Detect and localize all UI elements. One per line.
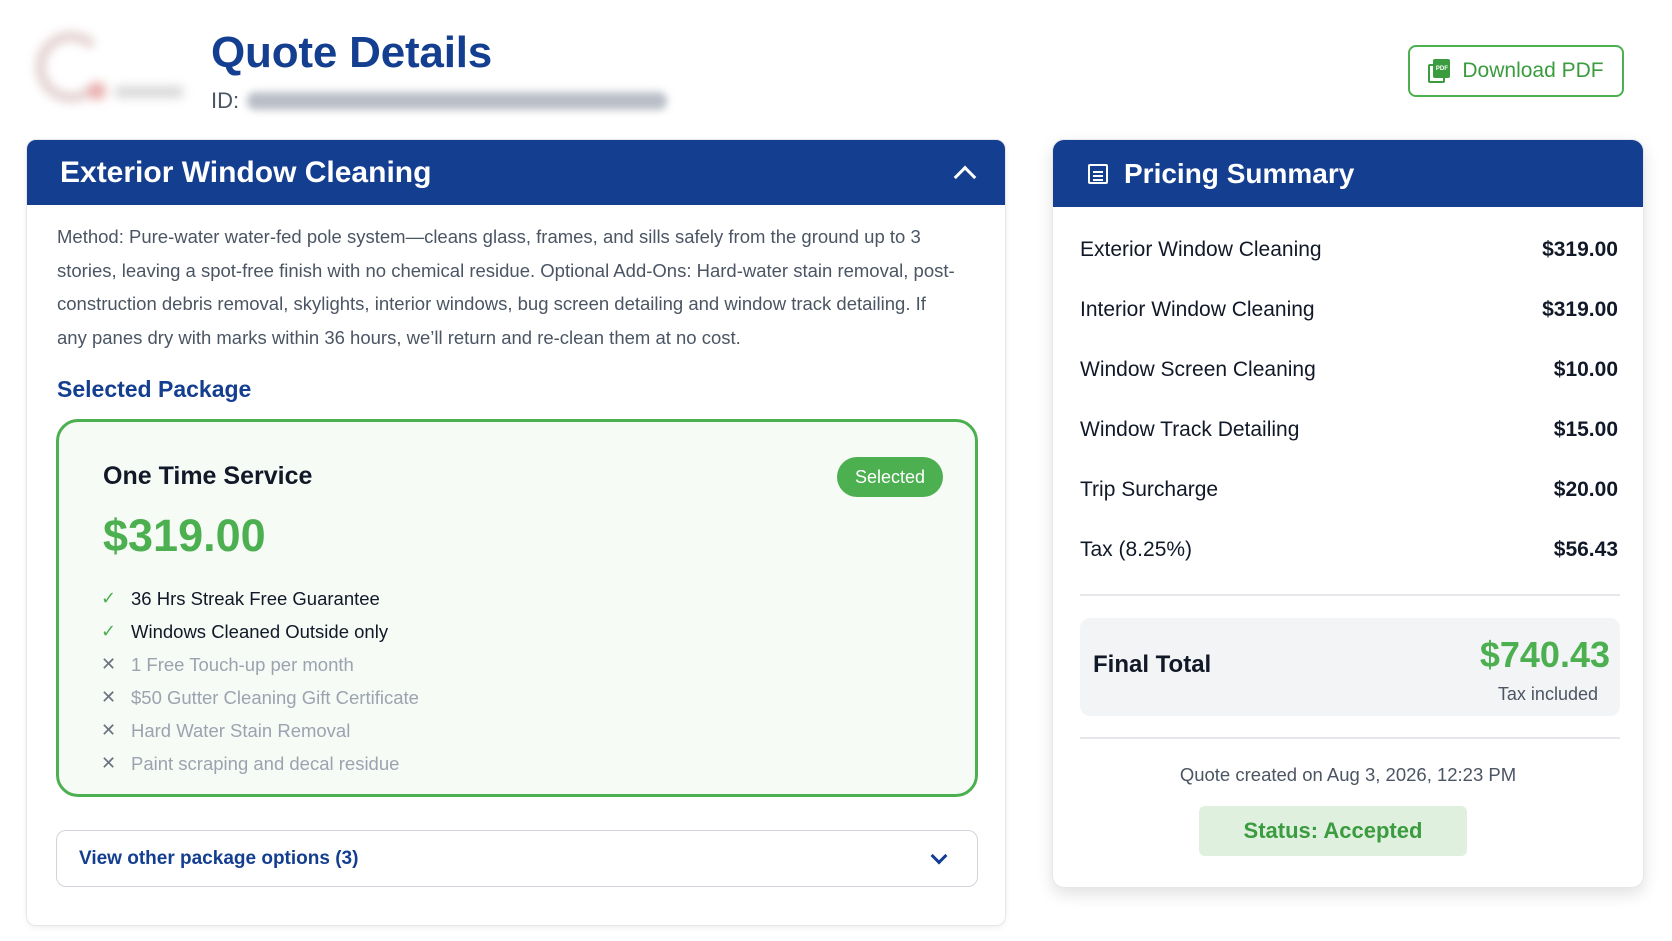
status-badge: Status: Accepted [1199, 806, 1467, 856]
divider [1080, 737, 1620, 739]
check-icon: ✓ [101, 621, 117, 641]
selected-badge: Selected [836, 457, 943, 497]
x-icon: ✕ [101, 720, 117, 740]
feature-item: ✕ Paint scraping and decal residue [101, 752, 400, 774]
pricing-line: Tax (8.25%) $56.43 [1080, 538, 1618, 561]
x-icon: ✕ [101, 654, 117, 674]
selected-package-card: One Time Service Selected $319.00 ✓ 36 H… [56, 419, 978, 797]
pricing-line: Interior Window Cleaning $319.00 [1080, 298, 1618, 321]
download-pdf-label: Download PDF [1462, 59, 1604, 82]
final-total-amount: $740.43 [1479, 634, 1610, 675]
feature-item: ✓ 36 Hrs Streak Free Guarantee [101, 587, 380, 609]
check-icon: ✓ [101, 588, 117, 608]
divider [1080, 594, 1620, 596]
pricing-line: Trip Surcharge $20.00 [1080, 478, 1618, 501]
service-description: Method: Pure-water water-fed pole system… [57, 226, 955, 348]
selected-package-heading: Selected Package [57, 376, 252, 402]
package-price: $319.00 [103, 510, 266, 561]
service-title: Exterior Window Cleaning [60, 155, 432, 189]
service-card: Exterior Window Cleaning Method: Pure-wa… [26, 139, 1006, 926]
pricing-line: Window Track Detailing $15.00 [1080, 418, 1618, 441]
feature-item: ✕ Hard Water Stain Removal [101, 719, 351, 741]
pdf-icon: PDF [1428, 59, 1451, 83]
chevron-up-icon[interactable] [953, 165, 977, 188]
quote-id-label: ID: [211, 88, 240, 113]
quote-page: Quote Details ID: PDF Download PDF Exter… [0, 0, 1672, 941]
pricing-summary-card: Pricing Summary Exterior Window Cleaning… [1052, 139, 1644, 888]
pricing-line: Window Screen Cleaning $10.00 [1080, 358, 1618, 381]
company-logo [30, 26, 190, 106]
package-features: ✓ 36 Hrs Streak Free Guarantee ✓ Windows… [101, 582, 419, 780]
chevron-down-icon [930, 847, 948, 864]
tax-included-note: Tax included [1497, 684, 1598, 704]
list-icon [1088, 163, 1108, 184]
service-card-header[interactable]: Exterior Window Cleaning [27, 140, 1005, 205]
other-package-options-label: View other package options (3) [79, 847, 359, 869]
pricing-summary-title: Pricing Summary [1124, 157, 1355, 189]
pricing-line: Exterior Window Cleaning $319.00 [1080, 238, 1618, 261]
other-package-options-toggle[interactable]: View other package options (3) [56, 830, 978, 887]
package-name: One Time Service [103, 462, 313, 490]
download-pdf-button[interactable]: PDF Download PDF [1408, 45, 1624, 97]
pdf-icon-text: PDF [1433, 59, 1451, 78]
quote-created-date: Quote created on Aug 3, 2026, 12:23 PM [1179, 764, 1517, 785]
pricing-lines: Exterior Window Cleaning $319.00 Interio… [1080, 220, 1618, 580]
page-title: Quote Details [211, 28, 493, 77]
quote-id-value-redacted [247, 92, 668, 110]
x-icon: ✕ [101, 687, 117, 707]
final-total-label: Final Total [1093, 651, 1212, 678]
x-icon: ✕ [101, 753, 117, 773]
quote-id: ID: [211, 88, 668, 114]
feature-item: ✕ $50 Gutter Cleaning Gift Certificate [101, 686, 419, 708]
pricing-summary-header: Pricing Summary [1053, 140, 1643, 207]
final-total-box: Final Total $740.43 Tax included [1080, 618, 1620, 716]
feature-item: ✕ 1 Free Touch-up per month [101, 653, 354, 675]
feature-item: ✓ Windows Cleaned Outside only [101, 620, 389, 642]
